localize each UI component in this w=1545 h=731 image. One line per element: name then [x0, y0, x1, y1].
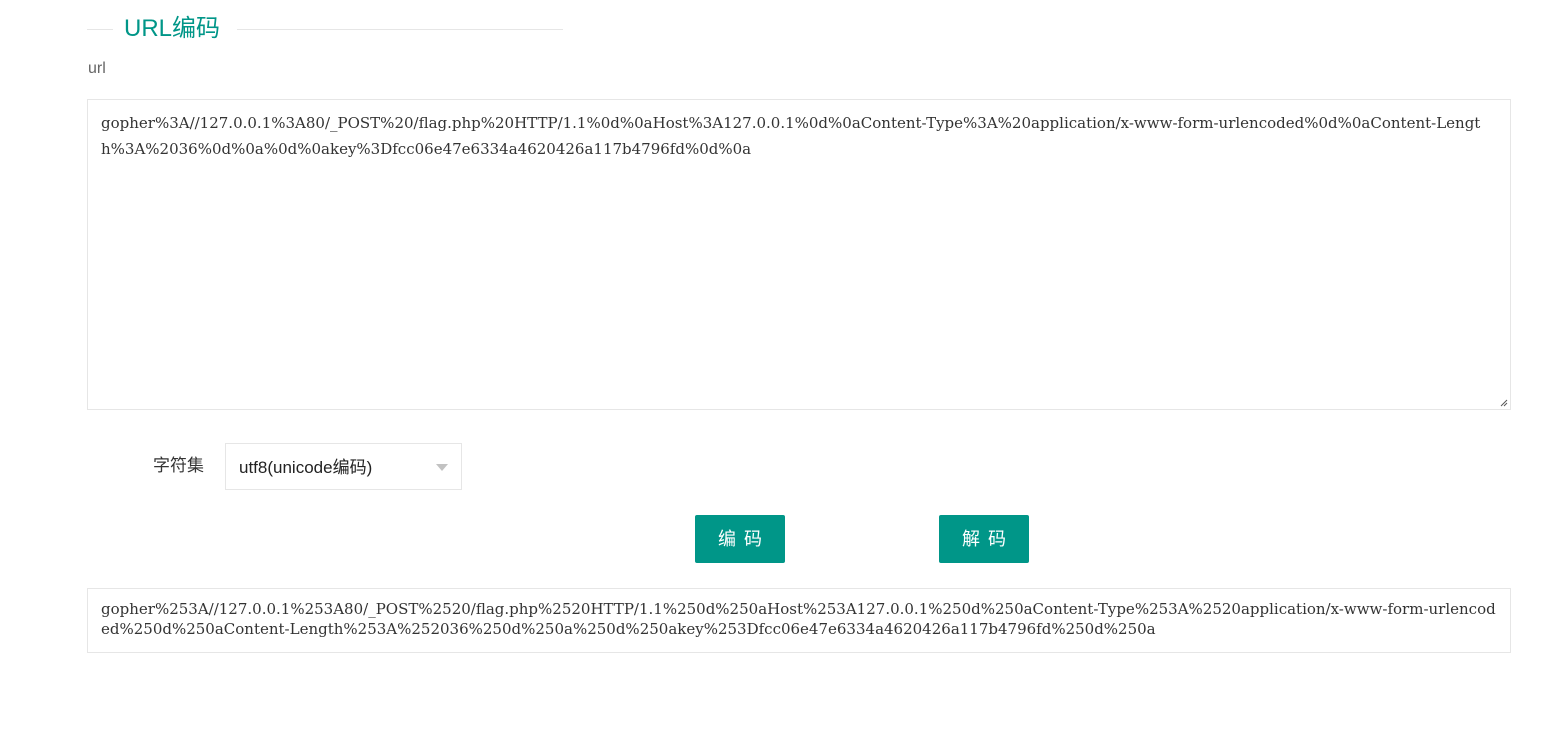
chevron-down-icon	[436, 464, 448, 471]
charset-select[interactable]: utf8(unicode编码)	[225, 443, 462, 490]
url-input-textarea[interactable]: gopher%3A//127.0.0.1%3A80/_POST%20/flag.…	[87, 99, 1511, 410]
output-text: gopher%253A//127.0.0.1%253A80/_POST%2520…	[101, 600, 1496, 638]
output-result[interactable]: gopher%253A//127.0.0.1%253A80/_POST%2520…	[87, 588, 1511, 653]
section-title: URL编码	[124, 13, 233, 45]
url-encode-page: URL编码 url gopher%3A//127.0.0.1%3A80/_POS…	[0, 0, 1545, 731]
encode-button[interactable]: 编码	[695, 515, 785, 563]
section-header: URL编码	[87, 8, 563, 52]
url-input-text: gopher%3A//127.0.0.1%3A80/_POST%20/flag.…	[101, 114, 1481, 158]
legend-divider-right	[237, 29, 563, 30]
charset-selected-value: utf8(unicode编码)	[239, 458, 373, 477]
legend-divider-left	[87, 29, 113, 30]
resize-handle-icon[interactable]	[1499, 398, 1508, 407]
url-label: url	[88, 60, 106, 77]
charset-label: 字符集	[153, 456, 204, 475]
decode-button[interactable]: 解码	[939, 515, 1029, 563]
